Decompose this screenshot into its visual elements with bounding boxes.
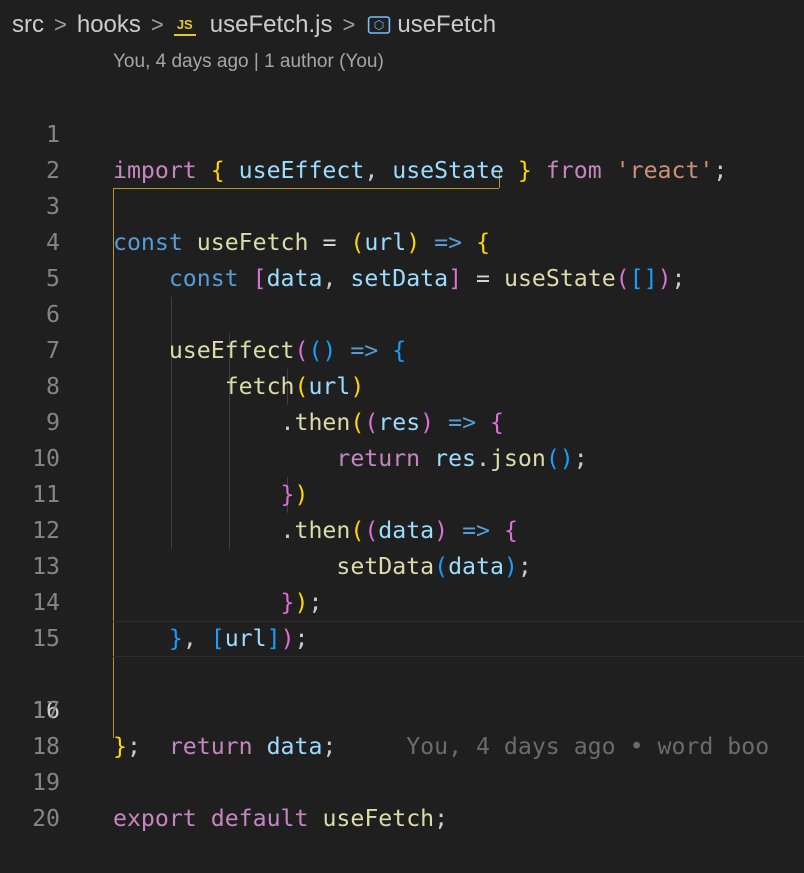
code-line: 4 const [data, setData] = useState([]); [0,189,804,292]
chevron-right-icon: > [342,12,356,37]
breadcrumb-symbol[interactable]: useFetch [397,11,496,39]
current-line-highlight [113,621,804,657]
line-number: 20 [32,805,60,832]
code-line: 14 }, [url]); [0,549,804,652]
code-line: 6 useEffect(() => { [0,261,804,364]
breadcrumb: src > hooks > JS useFetch.js > ⬡ useFetc… [0,0,804,50]
chevron-right-icon: > [150,12,164,37]
code-line: 15 [0,585,804,652]
code-line: 12 setData(data); [0,477,804,580]
code-line: 13 }); [0,513,804,616]
code-line-active: 16 return data; You, 4 days ago • word b… [0,621,804,760]
code-line: 19 export default useFetch; [0,729,804,832]
code-editor[interactable]: 1 import { useEffect, useState } from 'r… [0,81,804,832]
code-line: 20 [0,765,804,832]
breadcrumb-hooks[interactable]: hooks [77,11,141,39]
code-line: 2 [0,117,804,184]
code-line: 18 [0,693,804,760]
javascript-file-icon: JS [173,14,196,36]
code-line: 9 return res.json(); [0,369,804,472]
code-line: 8 .then((res) => { [0,333,804,436]
symbol-method-icon: ⬡ [368,16,391,34]
chevron-right-icon: > [54,12,67,37]
code-line: 1 import { useEffect, useState } from 'r… [0,81,804,184]
code-line: 3 const useFetch = (url) => { [0,153,804,256]
code-line: 11 .then((data) => { [0,441,804,544]
breadcrumb-src[interactable]: src [12,11,44,39]
codelens-blame[interactable]: You, 4 days ago | 1 author (You) [113,51,384,73]
code-line: 7 fetch(url) [0,297,804,400]
code-line: 17 }; [0,657,804,760]
code-line: 5 [0,225,804,292]
breadcrumb-file[interactable]: useFetch.js [210,11,333,39]
code-line: 10 }) [0,405,804,508]
